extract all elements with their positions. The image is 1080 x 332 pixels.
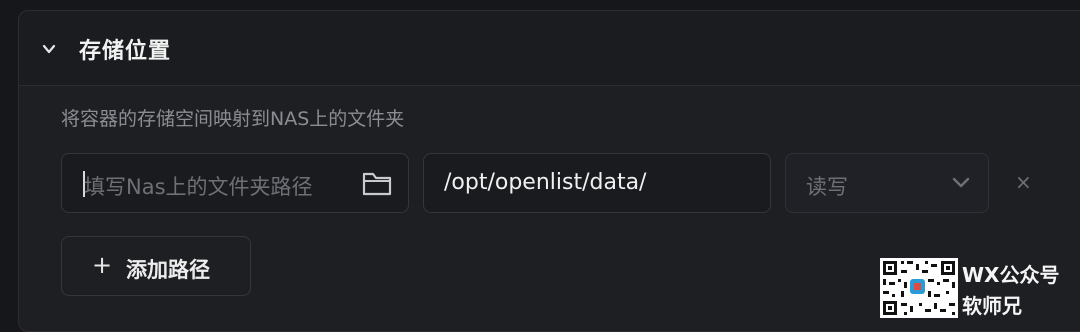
- chevron-down-icon: [952, 177, 970, 188]
- watermark-line-2: 软师兄: [962, 294, 1022, 318]
- access-mode-select[interactable]: 读写: [785, 153, 989, 213]
- add-path-label: 添加路径: [126, 258, 210, 282]
- host-path-input[interactable]: 填写Nas上的文件夹路径: [61, 153, 409, 213]
- chevron-down-icon[interactable]: [41, 41, 57, 57]
- section-description: 将容器的存储空间映射到NAS上的文件夹: [61, 108, 405, 130]
- container-path-input[interactable]: /opt/openlist/data/: [423, 153, 771, 213]
- section-title: 存储位置: [79, 39, 172, 64]
- close-icon[interactable]: ×: [1015, 172, 1032, 192]
- add-path-button[interactable]: + 添加路径: [61, 236, 251, 296]
- host-path-placeholder: 填写Nas上的文件夹路径: [84, 175, 313, 199]
- section-header[interactable]: 存储位置: [19, 11, 1080, 86]
- container-path-value: /opt/openlist/data/: [444, 170, 647, 195]
- watermark-line-1: WX公众号: [962, 263, 1060, 287]
- plus-icon: +: [92, 251, 113, 279]
- watermark: WX公众号 软师兄: [880, 258, 1080, 318]
- folder-icon[interactable]: [362, 170, 392, 196]
- access-mode-value: 读写: [806, 175, 848, 199]
- qr-code-image: [880, 258, 958, 318]
